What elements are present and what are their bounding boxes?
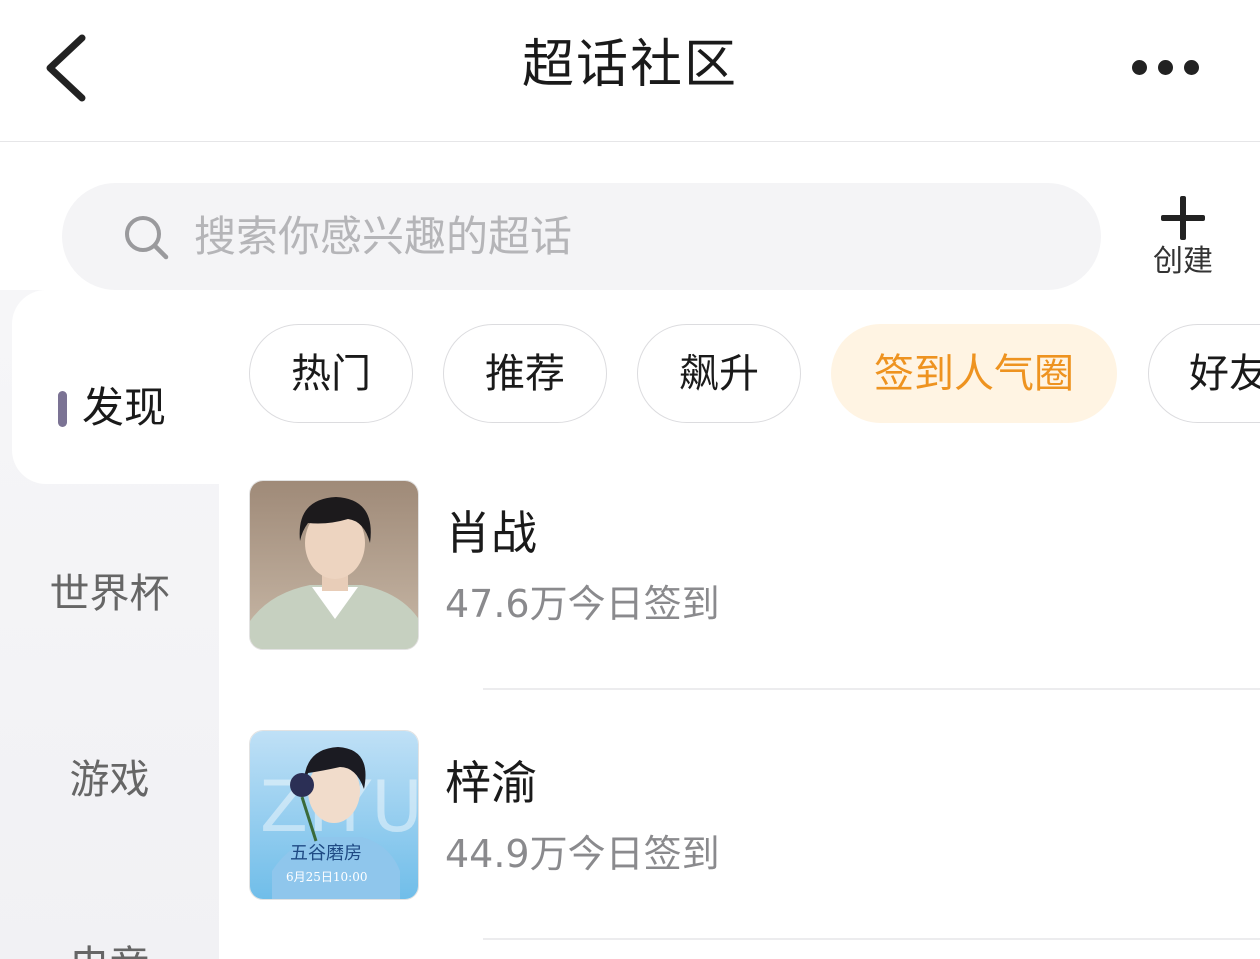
sidebar-item-esports[interactable]: 电竞 <box>0 938 219 959</box>
topic-name: 肖战 <box>445 506 537 560</box>
sidebar-item-games[interactable]: 游戏 <box>0 752 219 808</box>
sidebar-item-world-cup[interactable]: 世界杯 <box>0 566 219 622</box>
more-dot-icon <box>1184 60 1199 75</box>
sidebar-item-label: 发现 <box>82 383 167 432</box>
page-title: 超话社区 <box>521 35 738 95</box>
more-dot-icon <box>1158 60 1173 75</box>
list-item[interactable]: ZIYU 五谷磨房 6月25日10:00 梓渝 44.9万今日签到 <box>249 730 1260 900</box>
list-item[interactable]: 肖战 47.6万今日签到 <box>249 480 1260 650</box>
chip-friends[interactable]: 好友 <box>1148 324 1260 423</box>
more-button[interactable] <box>1120 46 1216 90</box>
divider <box>483 938 1260 940</box>
topic-avatar <box>249 480 419 650</box>
chip-checkin-popular[interactable]: 签到人气圈 <box>831 324 1117 423</box>
poster-title: 五谷磨房 <box>290 843 362 864</box>
create-button[interactable]: 创建 <box>1145 192 1221 284</box>
plus-icon <box>1161 196 1205 240</box>
create-label: 创建 <box>1153 244 1213 279</box>
checkin-count: 44.9万今日签到 <box>445 832 720 876</box>
top-bar: 超话社区 <box>0 0 1260 142</box>
checkin-count: 47.6万今日签到 <box>445 582 720 626</box>
search-placeholder: 搜索你感兴趣的超话 <box>194 212 573 261</box>
search-icon <box>125 216 169 260</box>
active-indicator <box>58 391 67 427</box>
topic-avatar: ZIYU 五谷磨房 6月25日10:00 <box>249 730 419 900</box>
poster-date: 6月25日10:00 <box>286 870 368 884</box>
category-sidebar: 发现 世界杯 游戏 电竞 <box>0 290 219 959</box>
chip-recommended[interactable]: 推荐 <box>443 324 607 423</box>
search-input[interactable]: 搜索你感兴趣的超话 <box>62 183 1101 290</box>
topic-name: 梓渝 <box>445 756 537 810</box>
filter-chips: 热门 推荐 飙升 签到人气圈 好友 <box>249 324 1260 425</box>
more-horizontal-icon <box>1132 60 1147 75</box>
chip-rising[interactable]: 飙升 <box>637 324 801 423</box>
sidebar-item-discover[interactable]: 发现 <box>12 290 219 484</box>
super-topic-community-page: 超话社区 搜索你感兴趣的超话 创建 发现 世界杯 游戏 电竞 热门 推荐 飙升 … <box>0 0 1260 959</box>
divider <box>483 688 1260 690</box>
chip-hot[interactable]: 热门 <box>249 324 413 423</box>
